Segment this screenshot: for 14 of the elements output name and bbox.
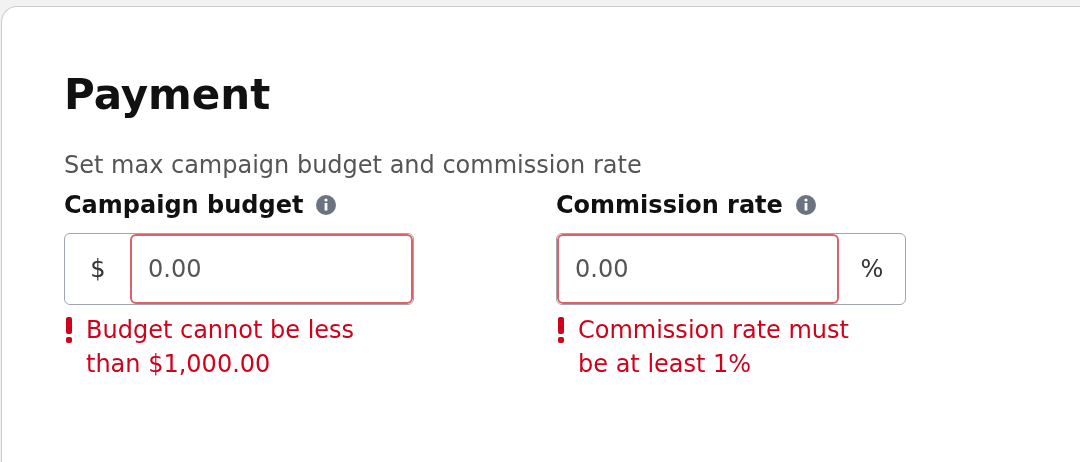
error-message: Budget cannot be less than $1,000.00: [86, 315, 356, 380]
field-label: Commission rate: [556, 190, 783, 221]
field-label: Campaign budget: [64, 190, 304, 221]
currency-prefix: $: [89, 254, 107, 285]
info-icon[interactable]: [794, 194, 817, 216]
percent-suffix: %: [859, 254, 885, 285]
budget-input[interactable]: $ 0.00: [64, 233, 414, 305]
section-title: Payment: [64, 69, 272, 121]
rate-input[interactable]: 0.00 %: [556, 233, 906, 305]
alert-icon: [64, 317, 74, 343]
alert-icon: [556, 317, 566, 343]
info-icon[interactable]: [315, 194, 338, 216]
section-subtitle: Set max campaign budget and commission rate: [64, 150, 643, 181]
error-message: Commission rate must be at least 1%: [578, 315, 850, 380]
